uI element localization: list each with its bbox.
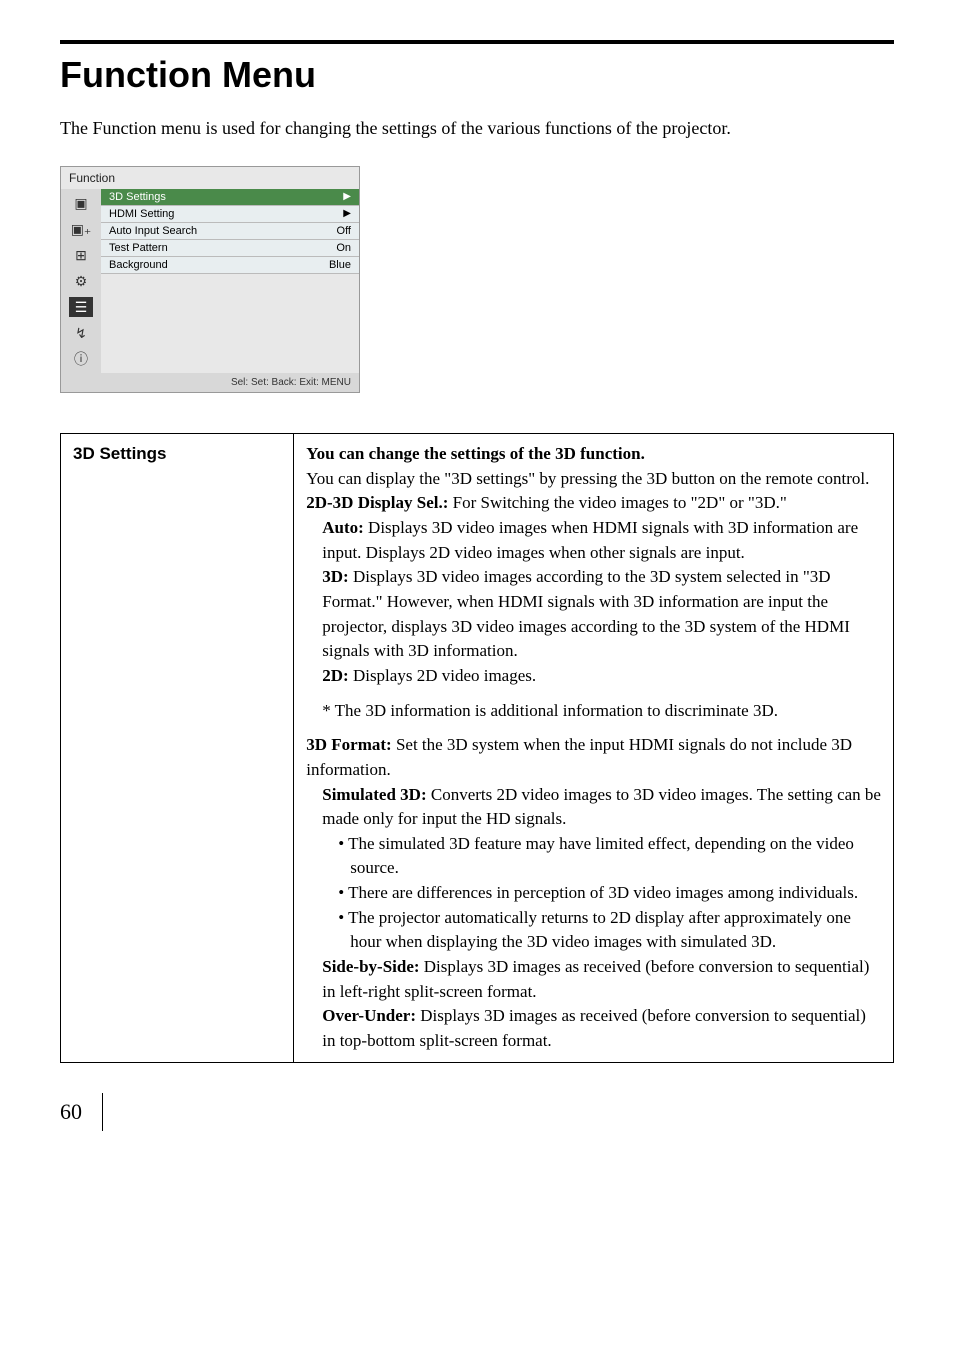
bullet-2: • There are differences in perception of… — [338, 881, 881, 906]
3d-text: Displays 3D video images according to th… — [322, 567, 850, 660]
menu-row-label: Auto Input Search — [109, 225, 197, 237]
setting-label-cell: 3D Settings — [61, 434, 294, 1062]
menu-row-background: Background Blue — [101, 257, 359, 274]
menu-screenshot: Function ▣ ▣₊ ⊞ ⚙ ☰ ↯ ⓘ 3D Settings ▶ HD… — [60, 166, 360, 393]
simulated-block: Simulated 3D: Converts 2D video images t… — [322, 783, 881, 832]
installation-icon: ↯ — [69, 323, 93, 343]
menu-body: ▣ ▣₊ ⊞ ⚙ ☰ ↯ ⓘ 3D Settings ▶ HDMI Settin… — [61, 189, 359, 373]
menu-row-label: Background — [109, 259, 168, 271]
menu-row-hdmi-setting: HDMI Setting ▶ — [101, 206, 359, 223]
disp-sel-text: For Switching the video images to "2D" o… — [448, 493, 786, 512]
format-label: 3D Format: — [306, 735, 391, 754]
settings-table: 3D Settings You can change the settings … — [60, 433, 894, 1062]
auto-label: Auto: — [322, 518, 364, 537]
section-head: You can change the settings of the 3D fu… — [306, 442, 881, 467]
auto-block: Auto: Displays 3D video images when HDMI… — [322, 516, 881, 565]
intro-text: The Function menu is used for changing t… — [60, 116, 894, 141]
simulated-label: Simulated 3D: — [322, 785, 426, 804]
menu-row-value: Off — [337, 225, 351, 237]
ou-block: Over-Under: Displays 3D images as receiv… — [322, 1004, 881, 1053]
auto-text: Displays 3D video images when HDMI signa… — [322, 518, 858, 562]
function-icon: ☰ — [69, 297, 93, 317]
screen-icon: ⊞ — [69, 245, 93, 265]
arrow-icon: ▶ — [343, 208, 351, 220]
menu-row-auto-input: Auto Input Search Off — [101, 223, 359, 240]
2d-block: 2D: Displays 2D video images. — [322, 664, 881, 689]
menu-row-label: HDMI Setting — [109, 208, 174, 220]
menu-row-label: 3D Settings — [109, 191, 166, 203]
format-block: 3D Format: Set the 3D system when the in… — [306, 733, 881, 782]
menu-title: Function — [61, 167, 359, 189]
sbs-label: Side-by-Side: — [322, 957, 419, 976]
information-icon: ⓘ — [69, 349, 93, 369]
menu-icon-column: ▣ ▣₊ ⊞ ⚙ ☰ ↯ ⓘ — [61, 189, 101, 373]
disp-sel-label: 2D-3D Display Sel.: — [306, 493, 448, 512]
ou-label: Over-Under: — [322, 1006, 416, 1025]
table-row: 3D Settings You can change the settings … — [61, 434, 894, 1062]
bullet-1: • The simulated 3D feature may have limi… — [338, 832, 881, 881]
intro-line: You can display the "3D settings" by pre… — [306, 467, 881, 492]
menu-row-test-pattern: Test Pattern On — [101, 240, 359, 257]
3d-label: 3D: — [322, 567, 348, 586]
menu-row-3d-settings: 3D Settings ▶ — [101, 189, 359, 206]
advanced-picture-icon: ▣₊ — [69, 219, 93, 239]
2d-label: 2D: — [322, 666, 348, 685]
menu-row-value: On — [336, 242, 351, 254]
menu-footer-hints: Sel: Set: Back: Exit: MENU — [61, 373, 359, 392]
picture-icon: ▣ — [69, 193, 93, 213]
asterisk-note: * The 3D information is additional infor… — [322, 699, 881, 724]
disp-sel-block: 2D-3D Display Sel.: For Switching the vi… — [306, 491, 881, 516]
setting-content-cell: You can change the settings of the 3D fu… — [294, 434, 894, 1062]
menu-row-label: Test Pattern — [109, 242, 168, 254]
page-number: 60 — [60, 1093, 103, 1131]
3d-block: 3D: Displays 3D video images according t… — [322, 565, 881, 664]
arrow-icon: ▶ — [343, 191, 351, 203]
sbs-block: Side-by-Side: Displays 3D images as rece… — [322, 955, 881, 1004]
page-title: Function Menu — [60, 54, 894, 96]
setup-icon: ⚙ — [69, 271, 93, 291]
bullet-3: • The projector automatically returns to… — [338, 906, 881, 955]
2d-text: Displays 2D video images. — [349, 666, 536, 685]
menu-rows: 3D Settings ▶ HDMI Setting ▶ Auto Input … — [101, 189, 359, 373]
menu-row-value: Blue — [329, 259, 351, 271]
top-rule — [60, 40, 894, 44]
